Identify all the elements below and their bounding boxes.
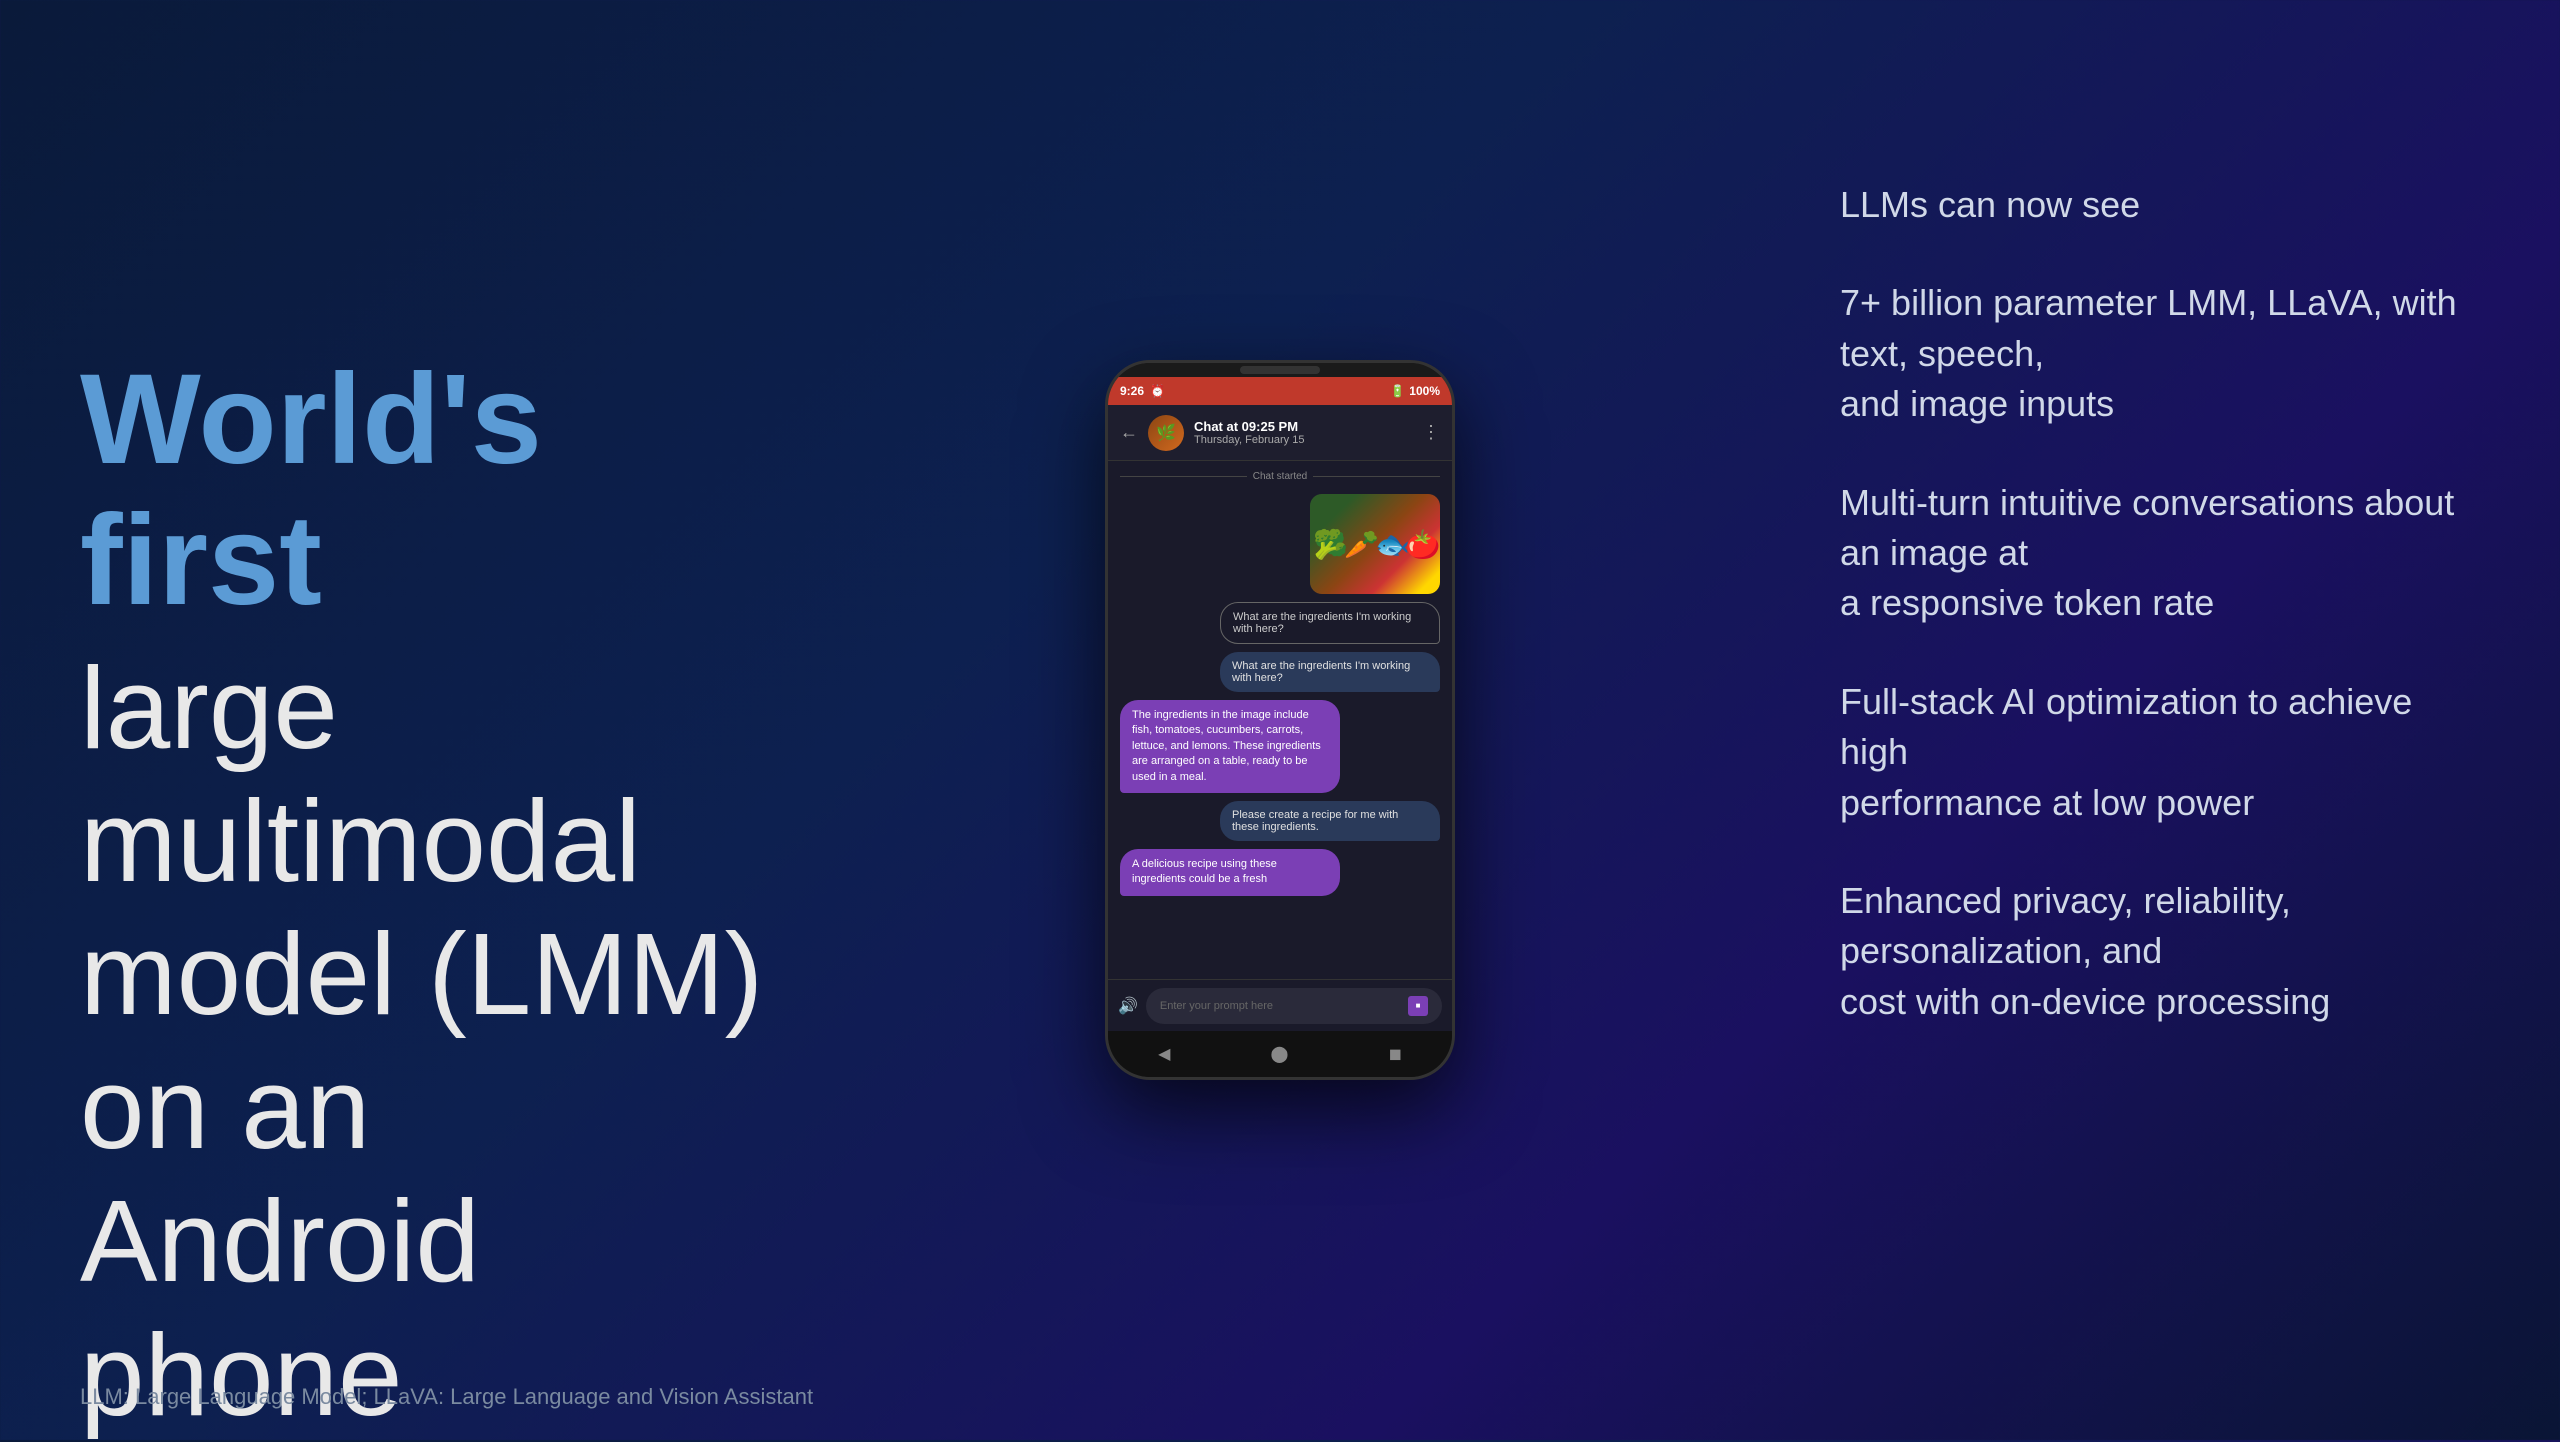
input-bar: 🔊 Enter your prompt here ■ bbox=[1108, 979, 1452, 1031]
right-section: LLMs can now see 7+ billion parameter LM… bbox=[1840, 180, 2460, 1075]
back-nav-button[interactable]: ◀ bbox=[1158, 1044, 1170, 1064]
feature-text-2: 7+ billion parameter LMM, LLaVA, with te… bbox=[1840, 278, 2460, 429]
feature-item-2: 7+ billion parameter LMM, LLaVA, with te… bbox=[1840, 278, 2460, 429]
time-display: 9:26 bbox=[1120, 384, 1144, 398]
message-bubble-2: What are the ingredients I'm working wit… bbox=[1220, 652, 1440, 692]
phone-notch bbox=[1240, 366, 1320, 374]
feature-text-5: Enhanced privacy, reliability, personali… bbox=[1840, 876, 2460, 1027]
feature-item-5: Enhanced privacy, reliability, personali… bbox=[1840, 876, 2460, 1027]
footer-text: LLM: Large Language Model; LLaVA: Large … bbox=[80, 1384, 813, 1409]
avatar: 🌿 bbox=[1148, 415, 1184, 451]
home-nav-button[interactable]: ⬤ bbox=[1271, 1044, 1289, 1064]
chat-title-block: Chat at 09:25 PM Thursday, February 15 bbox=[1194, 419, 1412, 446]
send-button[interactable]: ■ bbox=[1408, 996, 1428, 1016]
input-field[interactable]: Enter your prompt here ■ bbox=[1146, 988, 1442, 1024]
left-section: World's first large multimodalmodel (LMM… bbox=[80, 350, 780, 1442]
mic-icon[interactable]: 🔊 bbox=[1118, 996, 1138, 1016]
recent-nav-button[interactable]: ◼ bbox=[1389, 1044, 1402, 1064]
input-placeholder: Enter your prompt here bbox=[1160, 1000, 1273, 1012]
alarm-icon: ⏰ bbox=[1150, 384, 1165, 398]
phone-container: 9:26 ⏰ 🔋 100% ← 🌿 Chat at 09:25 PM Thurs… bbox=[1105, 360, 1455, 1080]
menu-dots-button[interactable]: ⋮ bbox=[1422, 422, 1440, 443]
chat-title: Chat at 09:25 PM bbox=[1194, 419, 1412, 434]
chat-subtitle: Thursday, February 15 bbox=[1194, 434, 1412, 446]
feature-item-1: LLMs can now see bbox=[1840, 180, 2460, 230]
status-right: 🔋 100% bbox=[1390, 384, 1440, 398]
battery-level: 100% bbox=[1409, 384, 1440, 398]
message-bubble-3: The ingredients in the image include fis… bbox=[1120, 700, 1340, 793]
image-bubble bbox=[1310, 494, 1440, 594]
feature-item-3: Multi-turn intuitive conversations about… bbox=[1840, 478, 2460, 629]
chat-body: Chat started What are the ingredients I'… bbox=[1108, 461, 1452, 1017]
phone-body: 9:26 ⏰ 🔋 100% ← 🌿 Chat at 09:25 PM Thurs… bbox=[1105, 360, 1455, 1080]
footer: LLM: Large Language Model; LLaVA: Large … bbox=[80, 1384, 813, 1410]
back-button[interactable]: ← bbox=[1120, 422, 1138, 443]
status-left: 9:26 ⏰ bbox=[1120, 384, 1165, 398]
chat-header: ← 🌿 Chat at 09:25 PM Thursday, February … bbox=[1108, 405, 1452, 461]
message-bubble-4: Please create a recipe for me with these… bbox=[1220, 801, 1440, 841]
feature-text-1: LLMs can now see bbox=[1840, 180, 2460, 230]
feature-text-3: Multi-turn intuitive conversations about… bbox=[1840, 478, 2460, 629]
headline-white: large multimodalmodel (LMM)on an Android… bbox=[80, 642, 780, 1442]
send-icon: ■ bbox=[1416, 1001, 1421, 1010]
phone-top-bar bbox=[1108, 363, 1452, 377]
chat-started-label: Chat started bbox=[1120, 471, 1440, 482]
battery-icon: 🔋 bbox=[1390, 384, 1405, 398]
headline-blue: World's first bbox=[80, 350, 780, 632]
message-bubble-5: A delicious recipe using these ingredien… bbox=[1120, 849, 1340, 896]
status-bar: 9:26 ⏰ 🔋 100% bbox=[1108, 377, 1452, 405]
food-image bbox=[1310, 494, 1440, 594]
phone-nav: ◀ ⬤ ◼ bbox=[1108, 1031, 1452, 1077]
feature-item-4: Full-stack AI optimization to achieve hi… bbox=[1840, 677, 2460, 828]
feature-text-4: Full-stack AI optimization to achieve hi… bbox=[1840, 677, 2460, 828]
message-bubble-1: What are the ingredients I'm working wit… bbox=[1220, 602, 1440, 644]
